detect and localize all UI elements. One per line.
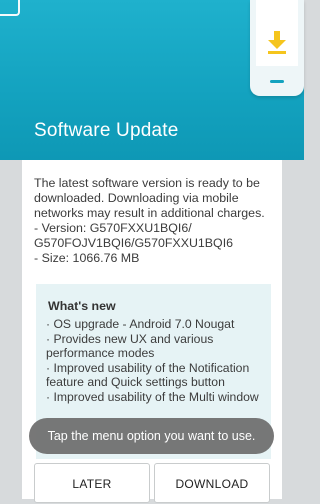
status-bar-icon: [0, 0, 20, 16]
page-title: Software Update: [34, 120, 179, 141]
list-item: · Improved usability of the Notification…: [46, 360, 250, 390]
intro-text: The latest software version is ready to …: [34, 176, 265, 220]
version-line-continued: G570FOJV1BQI6/G570FXXU1BQI6: [34, 236, 234, 250]
version-line: - Version: G570FXXU1BQI6/: [34, 221, 192, 235]
download-arrow-icon: [268, 31, 286, 54]
size-line: - Size: 1066.76 MB: [34, 251, 140, 265]
toast-message: Tap the menu option you want to use.: [29, 418, 274, 454]
later-button[interactable]: LATER: [34, 463, 150, 503]
whats-new-heading: What's new: [48, 299, 116, 313]
download-button[interactable]: DOWNLOAD: [154, 463, 270, 503]
list-item: · Provides new UX and various performanc…: [46, 331, 214, 361]
header-banner: Software Update: [0, 0, 304, 160]
phone-download-icon: [250, 0, 304, 96]
list-item: · OS upgrade - Android 7.0 Nougat: [46, 317, 235, 331]
phone-home-bar: [270, 80, 284, 83]
whats-new-list: · OS upgrade - Android 7.0 Nougat · Prov…: [46, 317, 268, 404]
list-item: · Improved usability of the Multi window: [46, 389, 259, 404]
update-description: The latest software version is ready to …: [34, 176, 276, 266]
